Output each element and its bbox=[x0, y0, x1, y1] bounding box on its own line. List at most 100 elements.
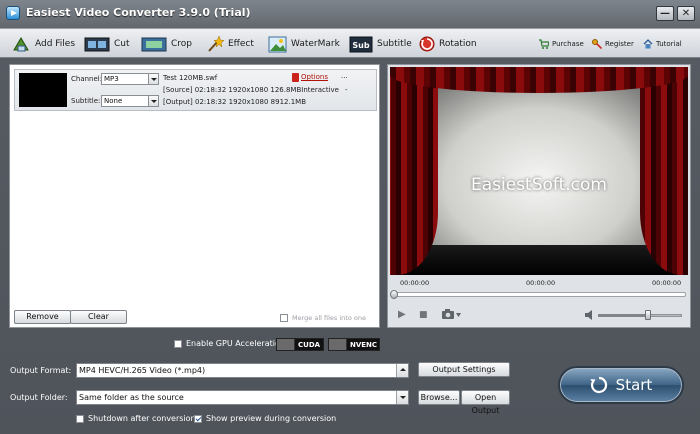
gpu-acceleration-option[interactable]: Enable GPU Acceleration bbox=[174, 339, 285, 348]
purchase-link[interactable]: Purchase bbox=[539, 38, 584, 50]
watermark-icon bbox=[268, 35, 287, 54]
toolbar: Add Files Cut Crop Effect WaterMark Sub … bbox=[0, 28, 700, 58]
convert-icon bbox=[590, 376, 608, 394]
subtitle-label: Subtitle bbox=[377, 39, 412, 49]
gpu-checkbox[interactable] bbox=[174, 339, 182, 348]
options-link[interactable]: Options bbox=[301, 73, 328, 81]
effect-label: Effect bbox=[228, 39, 254, 49]
effect-button[interactable]: Effect bbox=[205, 33, 254, 55]
nvidia-icon bbox=[329, 339, 347, 350]
source-info: [Source] 02:18:32 1920x1080 126.8MBInter… bbox=[163, 86, 339, 94]
register-label: Register bbox=[605, 40, 634, 48]
output-folder-value: Same folder as the source bbox=[79, 393, 184, 402]
subtitle-select-label: Subtitle: bbox=[71, 97, 101, 105]
close-button[interactable]: ✕ bbox=[677, 6, 695, 21]
nvenc-badge: NVENC bbox=[328, 338, 380, 351]
seek-bar[interactable] bbox=[394, 292, 686, 297]
subtitle-icon: Sub bbox=[349, 35, 373, 54]
add-files-button[interactable]: Add Files bbox=[12, 33, 75, 55]
merge-option[interactable]: Merge all files into one bbox=[280, 314, 366, 322]
time-current: 00:00:00 bbox=[526, 279, 556, 287]
subtitle-button[interactable]: Sub Subtitle bbox=[349, 33, 412, 55]
output-info: [Output] 02:18:32 1920x1080 8912.1MB bbox=[163, 98, 306, 106]
time-start: 00:00:00 bbox=[400, 279, 430, 287]
file-name: Test 120MB.swf bbox=[163, 74, 218, 82]
channel-select[interactable]: MP3 bbox=[101, 73, 159, 85]
file-list-panel: Channel: MP3 Subtitle: None Test 120MB.s… bbox=[9, 64, 380, 328]
crop-button[interactable]: Crop bbox=[141, 33, 192, 55]
output-folder-label: Output Folder: bbox=[10, 393, 68, 402]
more-menu[interactable]: ... bbox=[341, 72, 348, 80]
crop-label: Crop bbox=[171, 39, 193, 49]
file-list-item[interactable]: Channel: MP3 Subtitle: None Test 120MB.s… bbox=[14, 69, 377, 111]
output-format-select[interactable]: MP4 HEVC/H.265 Video (*.mp4) bbox=[76, 363, 409, 378]
purchase-label: Purchase bbox=[552, 40, 584, 48]
seek-handle[interactable] bbox=[390, 290, 398, 299]
chevron-down-icon bbox=[148, 74, 158, 84]
tutorial-link[interactable]: Tutorial bbox=[643, 38, 682, 50]
crop-icon bbox=[141, 35, 167, 54]
stop-icon[interactable]: ■ bbox=[419, 310, 428, 320]
show-preview-checkbox[interactable] bbox=[194, 414, 202, 423]
curtain-right bbox=[640, 67, 688, 275]
shutdown-option[interactable]: Shutdown after conversion bbox=[76, 414, 196, 423]
minimize-button[interactable]: — bbox=[656, 6, 674, 21]
nvenc-label: NVENC bbox=[350, 340, 378, 349]
add-files-icon bbox=[12, 35, 31, 54]
show-preview-label: Show preview during conversion bbox=[206, 414, 337, 423]
browse-button[interactable]: Browse... bbox=[418, 390, 460, 405]
app-window: Easiest Video Converter 3.9.0 (Trial) — … bbox=[0, 0, 700, 434]
subtitle-select-value: None bbox=[104, 97, 123, 105]
channel-select-value: MP3 bbox=[104, 75, 119, 83]
cart-icon bbox=[539, 39, 550, 49]
chevron-down-icon bbox=[148, 96, 158, 106]
cut-button[interactable]: Cut bbox=[84, 33, 130, 55]
stage-floor bbox=[390, 245, 688, 275]
output-folder-select[interactable]: Same folder as the source bbox=[76, 390, 409, 405]
magic-wand-icon bbox=[205, 34, 225, 54]
clear-button[interactable]: Clear bbox=[70, 310, 127, 324]
output-settings-button[interactable]: Output Settings bbox=[418, 362, 510, 377]
merge-checkbox[interactable] bbox=[280, 314, 288, 322]
cut-label: Cut bbox=[114, 39, 130, 49]
channel-label: Channel: bbox=[71, 75, 103, 83]
play-icon[interactable]: ▶ bbox=[398, 309, 406, 320]
window-title: Easiest Video Converter 3.9.0 (Trial) bbox=[26, 6, 251, 19]
key-icon bbox=[592, 39, 603, 50]
rotation-button[interactable]: Rotation bbox=[419, 33, 477, 55]
gpu-label: Enable GPU Acceleration bbox=[186, 339, 285, 348]
watermark-button[interactable]: WaterMark bbox=[268, 33, 340, 55]
output-format-label: Output Format: bbox=[10, 366, 72, 375]
open-output-button[interactable]: Open Output bbox=[461, 390, 510, 415]
register-link[interactable]: Register bbox=[592, 38, 634, 50]
title-bar: Easiest Video Converter 3.9.0 (Trial) — … bbox=[0, 0, 700, 27]
add-files-label: Add Files bbox=[35, 39, 76, 49]
shutdown-label: Shutdown after conversion bbox=[88, 414, 196, 423]
shutdown-checkbox[interactable] bbox=[76, 414, 84, 423]
output-format-value: MP4 HEVC/H.265 Video (*.mp4) bbox=[79, 366, 206, 375]
preview-panel: EasiestSoft.com 00:00:00 00:00:00 00:00:… bbox=[387, 64, 691, 328]
preview-video: EasiestSoft.com bbox=[390, 67, 688, 275]
subtitle-select[interactable]: None bbox=[101, 95, 159, 107]
volume-handle[interactable] bbox=[645, 310, 651, 320]
camera-icon[interactable] bbox=[442, 309, 462, 322]
nvidia-icon bbox=[277, 339, 295, 350]
preview-watermark: EasiestSoft.com bbox=[471, 175, 607, 195]
cuda-badge: CUDA bbox=[276, 338, 324, 351]
tutorial-label: Tutorial bbox=[656, 40, 682, 48]
show-preview-option[interactable]: Show preview during conversion bbox=[194, 414, 336, 423]
start-button[interactable]: Start bbox=[558, 366, 684, 404]
merge-label: Merge all files into one bbox=[292, 314, 366, 322]
chevron-down-icon bbox=[396, 391, 408, 404]
app-logo-icon bbox=[6, 6, 20, 20]
start-label: Start bbox=[615, 376, 653, 394]
rotation-icon bbox=[419, 36, 435, 52]
remove-button[interactable]: Remove bbox=[14, 310, 71, 324]
rotation-label: Rotation bbox=[439, 39, 477, 49]
home-icon bbox=[643, 39, 653, 49]
volume-icon[interactable] bbox=[585, 310, 595, 322]
time-end: 00:00:00 bbox=[652, 279, 682, 287]
options-icon bbox=[292, 73, 299, 82]
chevron-up-icon bbox=[396, 364, 408, 377]
watermark-label: WaterMark bbox=[291, 39, 340, 49]
